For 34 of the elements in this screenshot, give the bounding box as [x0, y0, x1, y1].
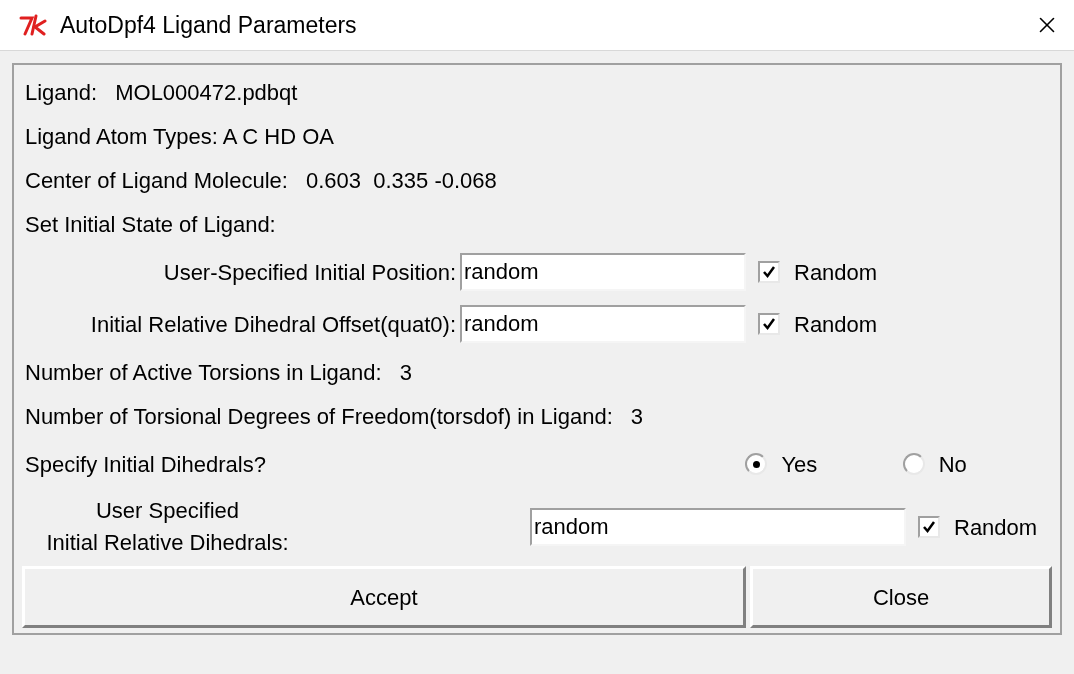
checkbox[interactable] — [758, 313, 780, 335]
info-label: Center of Ligand Molecule: — [25, 166, 288, 195]
radio-button[interactable] — [902, 453, 925, 475]
radio-label: Yes — [781, 450, 818, 479]
input-field[interactable]: random — [530, 508, 906, 546]
field-label: User Specified — [95, 497, 240, 525]
info-value: 3 — [630, 402, 644, 431]
radio-button[interactable] — [745, 453, 768, 475]
input-field[interactable]: random — [460, 305, 746, 343]
field-label: User-Specified Initial Position: — [162, 258, 457, 287]
check-icon — [762, 317, 776, 331]
question-label: Specify Initial Dihedrals? — [25, 450, 267, 479]
radio-label: No — [938, 450, 967, 479]
checkbox[interactable] — [758, 261, 780, 283]
info-value: MOL000472.pdbqt — [115, 78, 298, 107]
info-text: Set Initial State of Ligand: — [25, 210, 276, 239]
check-icon — [762, 265, 776, 279]
check-icon — [922, 520, 936, 534]
checkbox[interactable] — [918, 516, 940, 538]
input-field[interactable]: random — [460, 253, 746, 291]
window-title: AutoDpf4 Ligand Parameters — [60, 10, 357, 40]
field-label: Initial Relative Dihedral Offset(quat0): — [89, 310, 457, 339]
checkbox-label: Random — [954, 513, 1038, 542]
checkbox-label: Random — [794, 310, 878, 339]
info-label: Number of Active Torsions in Ligand: — [25, 358, 382, 387]
info-value: 3 — [399, 358, 412, 387]
info-text: Ligand Atom Types: A C HD OA — [25, 122, 334, 151]
field-label: Initial Relative Dihedrals: — [46, 529, 289, 557]
info-label: Number of Torsional Degrees of Freedom(torsdof) in Ligand: — [25, 402, 613, 431]
info-value: 0.603 0.335 -0.068 — [305, 166, 497, 195]
info-label: Ligand: — [25, 78, 98, 107]
dialog-button[interactable]: Accept — [22, 566, 746, 628]
checkbox-label: Random — [794, 258, 878, 287]
dialog-button[interactable]: Close — [750, 566, 1052, 628]
